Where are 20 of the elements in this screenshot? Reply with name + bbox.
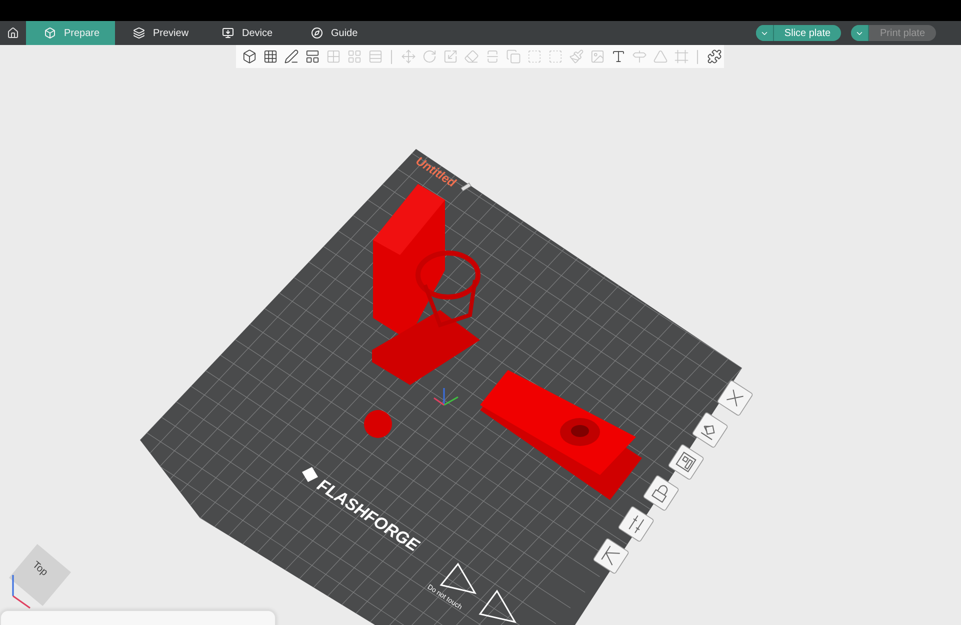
logo-icon bbox=[302, 467, 318, 482]
heat-warning-icon bbox=[478, 590, 517, 624]
cube-face-label: Top bbox=[30, 560, 50, 578]
tab[interactable]: Device bbox=[204, 21, 293, 45]
monitor-icon bbox=[222, 27, 234, 39]
axis-icon bbox=[434, 388, 458, 406]
tab[interactable]: Guide bbox=[293, 21, 382, 45]
cube-icon bbox=[44, 27, 56, 39]
view-cube[interactable]: Top bbox=[9, 544, 71, 606]
axis-indicator-icon bbox=[12, 575, 30, 609]
ball-model bbox=[364, 410, 392, 438]
sliders-button[interactable] bbox=[618, 506, 654, 542]
caret-icon[interactable] bbox=[756, 25, 774, 41]
puzzle-icon[interactable] bbox=[705, 48, 723, 66]
arrow-button[interactable] bbox=[592, 538, 630, 574]
tab[interactable]: Preview bbox=[115, 21, 204, 45]
home-icon bbox=[7, 27, 19, 39]
layers-icon bbox=[133, 27, 145, 39]
compass-icon bbox=[311, 27, 323, 39]
pen-icon[interactable] bbox=[282, 48, 300, 66]
